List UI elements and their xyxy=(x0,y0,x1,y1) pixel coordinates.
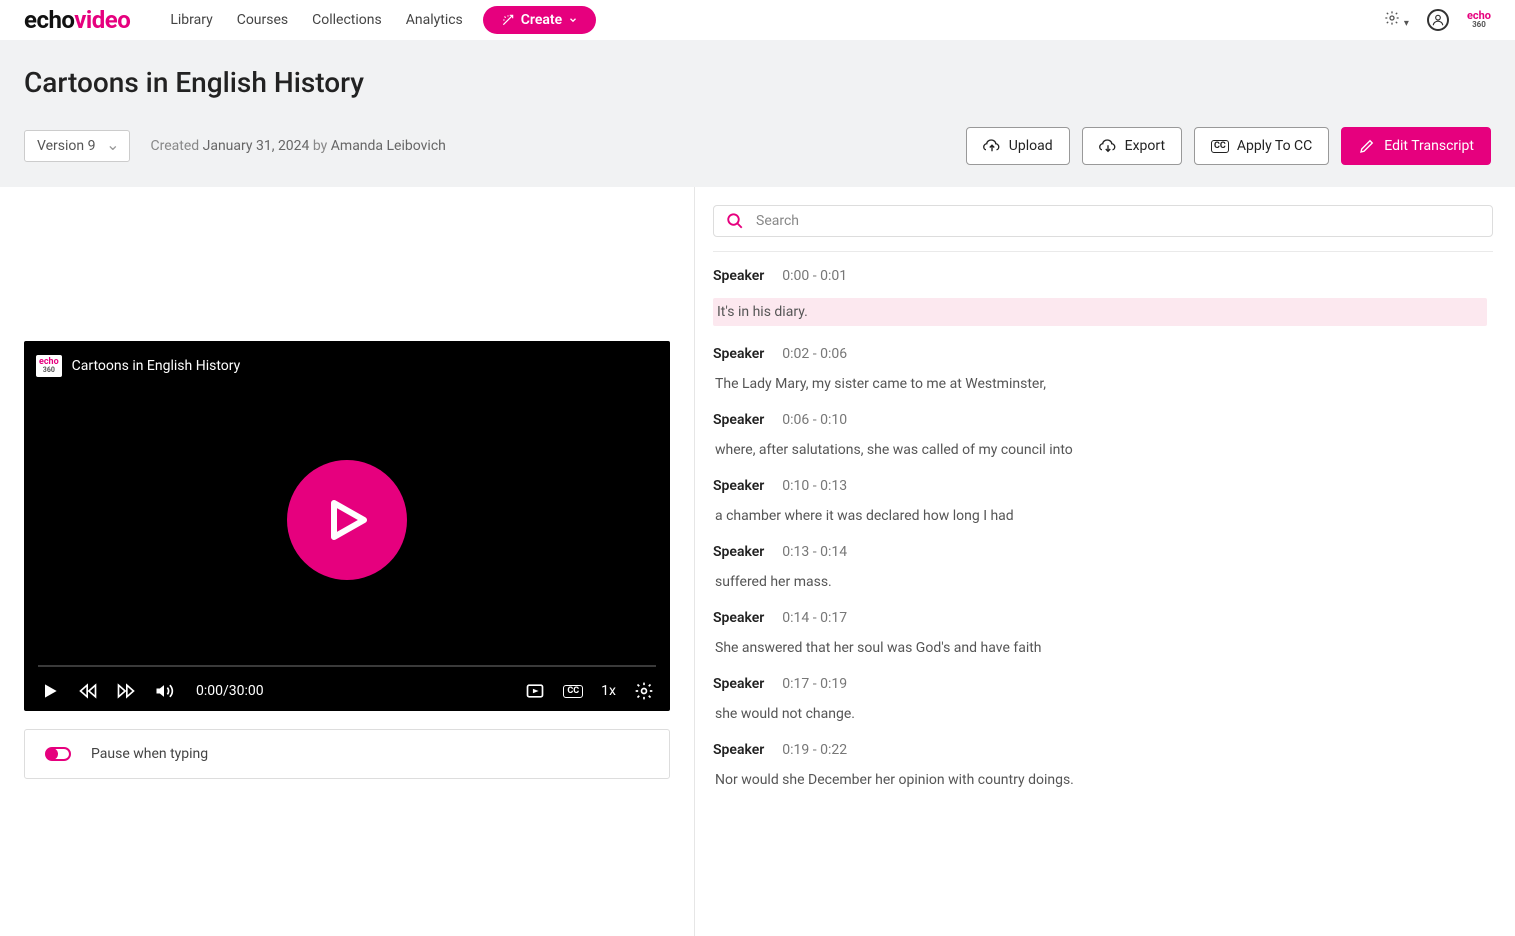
play-icon xyxy=(322,495,372,545)
speaker-label: Speaker xyxy=(713,478,764,494)
sources-icon[interactable] xyxy=(525,681,545,701)
search-icon xyxy=(726,212,744,230)
video-player[interactable]: echo360 Cartoons in English History 0:00… xyxy=(24,341,670,711)
skip-back-icon[interactable] xyxy=(78,681,98,701)
volume-icon[interactable] xyxy=(154,681,174,701)
pencil-icon xyxy=(1358,137,1376,155)
export-button[interactable]: Export xyxy=(1082,127,1182,165)
logo[interactable]: echovideo xyxy=(24,6,130,34)
play-button-large[interactable] xyxy=(287,460,407,580)
speaker-label: Speaker xyxy=(713,346,764,362)
speaker-label: Speaker xyxy=(713,610,764,626)
nav-analytics[interactable]: Analytics xyxy=(406,12,463,28)
created-meta: Created January 31, 2024 by Amanda Leibo… xyxy=(150,138,445,154)
account-menu[interactable] xyxy=(1427,9,1449,31)
nav-collections[interactable]: Collections xyxy=(312,12,382,28)
playback-speed[interactable]: 1x xyxy=(601,683,616,699)
player-time: 0:00/30:00 xyxy=(196,683,264,699)
apply-cc-button[interactable]: CC Apply To CC xyxy=(1194,127,1329,165)
speaker-label: Speaker xyxy=(713,268,764,284)
transcript-text[interactable]: The Lady Mary, my sister came to me at W… xyxy=(713,376,1487,392)
timestamp: 0:14 - 0:17 xyxy=(782,610,847,626)
upload-icon xyxy=(983,137,1001,155)
transcript-segment[interactable]: Speaker 0:00 - 0:01 It's in his diary. xyxy=(713,268,1487,326)
nav-library[interactable]: Library xyxy=(170,12,212,28)
transcript-text[interactable]: she would not change. xyxy=(713,706,1487,722)
transcript-segment[interactable]: Speaker 0:17 - 0:19 she would not change. xyxy=(713,676,1487,722)
timestamp: 0:02 - 0:06 xyxy=(782,346,847,362)
upload-button[interactable]: Upload xyxy=(966,127,1070,165)
create-button[interactable]: Create xyxy=(483,6,596,34)
transcript-segment[interactable]: Speaker 0:02 - 0:06 The Lady Mary, my sist… xyxy=(713,346,1487,392)
timestamp: 0:19 - 0:22 xyxy=(782,742,847,758)
transcript-text[interactable]: She answered that her soul was God's and… xyxy=(713,640,1487,656)
cc-toggle[interactable]: CC xyxy=(563,685,583,698)
nav-courses[interactable]: Courses xyxy=(237,12,288,28)
skip-forward-icon[interactable] xyxy=(116,681,136,701)
timestamp: 0:17 - 0:19 xyxy=(782,676,847,692)
chevron-down-icon xyxy=(568,15,578,25)
cc-icon: CC xyxy=(1211,140,1229,153)
transcript-segment[interactable]: Speaker 0:10 - 0:13 a chamber where it was… xyxy=(713,478,1487,524)
timestamp: 0:13 - 0:14 xyxy=(782,544,847,560)
transcript-segment[interactable]: Speaker 0:19 - 0:22 Nor would she December… xyxy=(713,742,1487,788)
export-icon xyxy=(1099,137,1117,155)
transcript-text[interactable]: suffered her mass. xyxy=(713,574,1487,590)
transcript-text[interactable]: It's in his diary. xyxy=(713,298,1487,326)
timestamp: 0:10 - 0:13 xyxy=(782,478,847,494)
transcript-search[interactable] xyxy=(713,205,1493,237)
transcript-text[interactable]: a chamber where it was declared how long… xyxy=(713,508,1487,524)
wand-icon xyxy=(501,13,515,27)
player-title: Cartoons in English History xyxy=(72,358,241,374)
timestamp: 0:06 - 0:10 xyxy=(782,412,847,428)
person-icon xyxy=(1431,13,1445,27)
echo360-logo: echo360 xyxy=(1467,10,1491,29)
transcript-text[interactable]: where, after salutations, she was called… xyxy=(713,442,1487,458)
player-brand-badge: echo360 xyxy=(36,355,62,377)
speaker-label: Speaker xyxy=(713,544,764,560)
transcript-segment[interactable]: Speaker 0:06 - 0:10 where, after salutatio… xyxy=(713,412,1487,458)
timestamp: 0:00 - 0:01 xyxy=(782,268,847,284)
search-input[interactable] xyxy=(756,213,1480,229)
player-settings-icon[interactable] xyxy=(634,681,654,701)
pause-when-typing-setting: Pause when typing xyxy=(24,729,670,779)
transcript-scroll[interactable]: Speaker0:00 - 0:01It's in his diary.Spea… xyxy=(713,268,1493,918)
transcript-segment[interactable]: Speaker 0:13 - 0:14 suffered her mass. xyxy=(713,544,1487,590)
edit-transcript-button[interactable]: Edit Transcript xyxy=(1341,127,1491,165)
settings-menu[interactable]: ▾ xyxy=(1384,10,1409,30)
transcript-segment[interactable]: Speaker 0:14 - 0:17 She answered that her … xyxy=(713,610,1487,656)
pause-typing-toggle[interactable] xyxy=(45,747,71,761)
pause-typing-label: Pause when typing xyxy=(91,746,208,762)
page-title: Cartoons in English History xyxy=(24,66,1491,99)
gear-icon xyxy=(1384,10,1400,26)
speaker-label: Speaker xyxy=(713,412,764,428)
speaker-label: Speaker xyxy=(713,742,764,758)
version-select[interactable]: Version 9 xyxy=(24,130,130,162)
transcript-text[interactable]: Nor would she December her opinion with … xyxy=(713,772,1487,788)
play-icon[interactable] xyxy=(40,681,60,701)
speaker-label: Speaker xyxy=(713,676,764,692)
